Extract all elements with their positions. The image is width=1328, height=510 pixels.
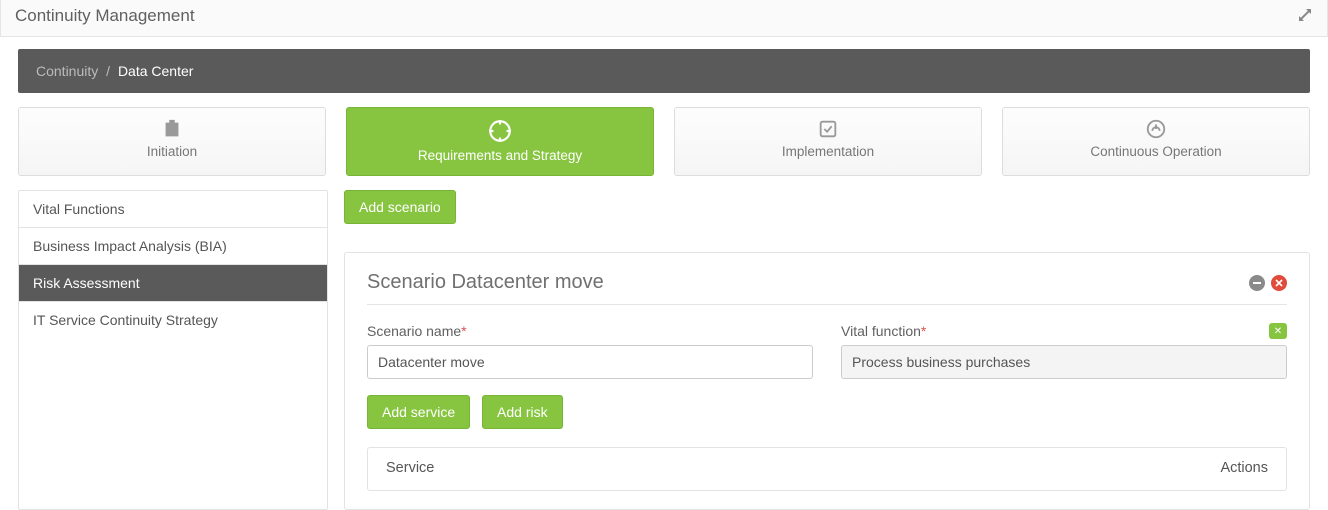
- col-service: Service: [386, 460, 434, 476]
- scenario-panel: Scenario Datacenter move Scenario name* …: [344, 252, 1310, 510]
- add-risk-button[interactable]: Add risk: [482, 395, 563, 429]
- add-service-button[interactable]: Add service: [367, 395, 470, 429]
- sidebar-item-risk-assessment[interactable]: Risk Assessment: [19, 265, 327, 302]
- phase-label: Requirements and Strategy: [353, 148, 647, 163]
- tab-continuous-operation[interactable]: Continuous Operation: [1002, 107, 1310, 176]
- tab-initiation[interactable]: Initiation: [18, 107, 326, 176]
- clear-tag-icon[interactable]: ✕: [1269, 323, 1287, 339]
- phase-label: Initiation: [25, 144, 319, 159]
- tab-requirements-strategy[interactable]: Requirements and Strategy: [346, 107, 654, 176]
- sidebar-item-bia[interactable]: Business Impact Analysis (BIA): [19, 228, 327, 265]
- expand-icon[interactable]: [1297, 7, 1313, 26]
- breadcrumb: Continuity / Data Center: [18, 49, 1310, 93]
- sidebar: Vital Functions Business Impact Analysis…: [18, 190, 328, 510]
- vital-function-field: ✕ Vital function*: [841, 323, 1287, 379]
- vital-function-label: Vital function*: [841, 323, 1287, 339]
- main-content: Add scenario Scenario Datacenter move Sc…: [344, 190, 1310, 510]
- collapse-icon[interactable]: [1249, 275, 1265, 291]
- scenario-name-label: Scenario name*: [367, 323, 813, 339]
- sidebar-item-continuity-strategy[interactable]: IT Service Continuity Strategy: [19, 302, 327, 338]
- phase-label: Implementation: [681, 144, 975, 159]
- col-actions: Actions: [1220, 460, 1268, 476]
- scenario-name-field: Scenario name*: [367, 323, 813, 379]
- breadcrumb-sep: /: [106, 63, 110, 79]
- service-table: Service Actions: [367, 447, 1287, 491]
- phase-label: Continuous Operation: [1009, 144, 1303, 159]
- breadcrumb-current: Data Center: [118, 63, 193, 79]
- page-title: Continuity Management: [15, 6, 195, 26]
- add-scenario-button[interactable]: Add scenario: [344, 190, 456, 224]
- sidebar-item-vital-functions[interactable]: Vital Functions: [19, 191, 327, 228]
- vital-function-input[interactable]: [841, 345, 1287, 379]
- breadcrumb-root[interactable]: Continuity: [36, 63, 98, 79]
- app-header: Continuity Management: [0, 0, 1328, 37]
- close-icon[interactable]: [1271, 275, 1287, 291]
- tab-implementation[interactable]: Implementation: [674, 107, 982, 176]
- scenario-name-input[interactable]: [367, 345, 813, 379]
- phase-tabs: Initiation Requirements and Strategy Imp…: [18, 107, 1310, 176]
- panel-title: Scenario Datacenter move: [367, 271, 604, 294]
